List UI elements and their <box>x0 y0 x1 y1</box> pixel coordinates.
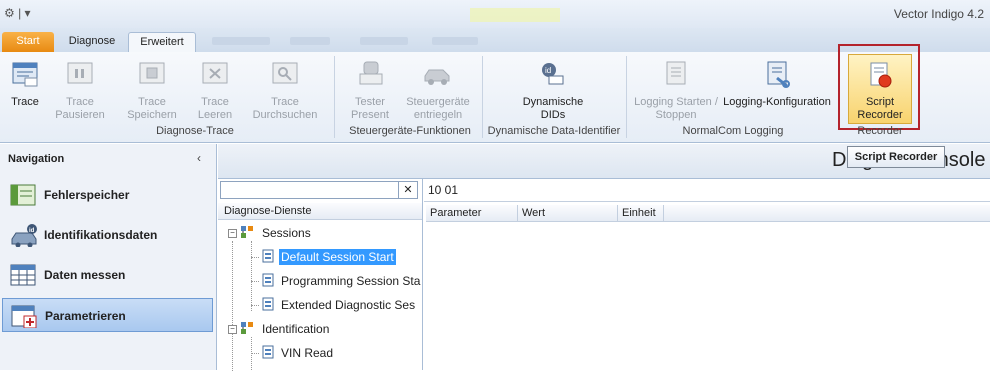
ecu-unlock-button[interactable]: Steuergeräte entriegeln <box>402 56 474 122</box>
search-input[interactable]: ✕ <box>220 181 418 199</box>
ribbon-separator <box>334 56 335 138</box>
nav-item-label: Fehlerspeicher <box>44 188 130 202</box>
ecu-unlock-label: Steuergeräte entriegeln <box>406 96 470 121</box>
parametrize-icon <box>11 305 37 328</box>
trace-pause-button[interactable]: Trace Pausieren <box>52 56 108 122</box>
nav-item-label: Daten messen <box>44 268 126 282</box>
request-value: 10 01 <box>428 183 459 197</box>
collapse-chevron-icon[interactable]: ‹ <box>197 151 201 165</box>
tab-placeholder <box>290 37 330 45</box>
fault-memory-icon <box>10 184 36 206</box>
tree-node-identification[interactable]: Identification <box>262 321 329 337</box>
tree-connector <box>251 353 259 354</box>
trace-save-icon <box>139 62 165 84</box>
logging-config-icon <box>767 61 790 88</box>
svg-text:id: id <box>29 228 35 234</box>
tab-erweitert[interactable]: Erweitert <box>128 32 196 52</box>
logging-start-icon <box>666 61 686 85</box>
group-label-ecu-functions: Steuergeräte-Funktionen <box>349 125 471 137</box>
parameter-grid-header: Parameter Wert Einheit <box>426 205 990 222</box>
dynamic-dids-label: Dynamische DIDs <box>522 96 584 121</box>
tree-connector <box>251 241 252 311</box>
trace-clear-label: Trace Leeren <box>197 96 233 121</box>
trace-pause-label: Trace Pausieren <box>55 96 105 121</box>
tree-header-label: Diagnose-Dienste <box>224 205 312 217</box>
service-icon <box>262 249 274 263</box>
ribbon-separator <box>626 56 627 138</box>
request-input[interactable]: 10 01 <box>424 179 990 202</box>
script-recorder-highlight-frame <box>838 44 920 130</box>
service-icon <box>262 273 274 287</box>
identification-icon: id <box>11 224 37 247</box>
trace-label: Trace <box>11 96 39 108</box>
column-header-parameter[interactable]: Parameter <box>426 205 518 221</box>
group-label-dynamic-data-identifier: Dynamische Data-Identifier <box>487 125 621 137</box>
script-recorder-tooltip: Script Recorder <box>847 146 945 168</box>
nav-item-daten-messen[interactable]: Daten messen <box>2 258 213 292</box>
tree-connector <box>251 305 259 306</box>
tree-node-sessions[interactable]: Sessions <box>262 225 311 241</box>
nav-item-fehlerspeicher[interactable]: Fehlerspeicher <box>2 178 213 212</box>
logging-config-button[interactable]: Logging-Konfiguration <box>722 56 832 109</box>
navigation-title: Navigation <box>8 153 65 165</box>
tree-node-vin-read[interactable]: VIN Read <box>281 345 333 361</box>
tab-placeholder <box>432 37 478 45</box>
svg-text:id: id <box>545 66 551 75</box>
ecu-unlock-icon <box>424 69 450 85</box>
nav-item-identifikationsdaten[interactable]: id Identifikationsdaten <box>2 218 213 252</box>
measure-data-icon <box>10 264 36 286</box>
collapse-toggle-icon[interactable]: − <box>228 229 237 238</box>
tree-node-default-session-start[interactable]: Default Session Start <box>279 249 396 265</box>
tester-present-icon <box>359 61 383 85</box>
tree-connector <box>251 281 259 282</box>
trace-save-button[interactable]: Trace Speichern <box>120 56 184 122</box>
quick-access-toolbar[interactable]: ⚙ | ▾ <box>4 6 31 20</box>
tree-header: Diagnose-Dienste <box>218 203 422 220</box>
group-label-recorder: Recorder <box>857 125 903 137</box>
folder-tree-icon <box>241 322 253 334</box>
trace-search-button[interactable]: Trace Durchsuchen <box>250 56 320 122</box>
trace-save-label: Trace Speichern <box>127 96 177 121</box>
dynamic-did-icon: id <box>542 63 564 85</box>
tab-placeholder <box>360 37 408 45</box>
collapse-toggle-icon[interactable]: − <box>228 325 237 334</box>
group-label-diagnose-trace: Diagnose-Trace <box>156 125 234 137</box>
trace-clear-button[interactable]: Trace Leeren <box>192 56 238 122</box>
dynamic-dids-button[interactable]: id Dynamische DIDs <box>516 56 590 122</box>
trace-search-label: Trace Durchsuchen <box>252 96 318 121</box>
trace-button[interactable]: Trace <box>4 56 46 109</box>
tester-present-label: Tester Present <box>351 96 389 121</box>
service-icon <box>262 297 274 311</box>
logging-start-label: Logging Starten / Stoppen <box>634 96 718 121</box>
folder-tree-icon <box>241 226 253 238</box>
tester-present-button[interactable]: Tester Present <box>344 56 396 122</box>
tree-node-extended-diagnostic-session[interactable]: Extended Diagnostic Ses <box>281 297 415 313</box>
column-header-wert[interactable]: Wert <box>518 205 618 221</box>
app-title: Vector Indigo 4.2 <box>893 7 984 21</box>
trace-icon <box>12 62 38 87</box>
tree-connector <box>232 241 233 371</box>
tab-start[interactable]: Start <box>2 32 54 52</box>
tab-diagnose[interactable]: Diagnose <box>60 32 124 52</box>
nav-item-label: Parametrieren <box>45 309 126 323</box>
logging-start-button[interactable]: Logging Starten / Stoppen <box>634 56 718 122</box>
tree-connector <box>251 257 259 258</box>
column-header-einheit[interactable]: Einheit <box>618 205 664 221</box>
trace-clear-icon <box>202 62 228 84</box>
tree-node-programming-session[interactable]: Programming Session Sta <box>281 273 420 289</box>
service-icon <box>262 345 274 359</box>
ribbon-separator <box>482 56 483 138</box>
navigation-panel: Navigation ‹ Fehlerspeicher id Identifik… <box>0 144 217 370</box>
nav-item-label: Identifikationsdaten <box>44 228 158 242</box>
trace-search-icon <box>272 62 298 84</box>
trace-pause-icon <box>67 62 93 84</box>
nav-item-parametrieren[interactable]: Parametrieren <box>2 298 213 332</box>
title-bar-highlight <box>470 8 560 22</box>
tab-placeholder <box>212 37 270 45</box>
clear-search-icon[interactable]: ✕ <box>398 182 417 198</box>
title-bar: ⚙ | ▾ Vector Indigo 4.2 <box>0 0 990 28</box>
service-tree-pane: ✕ Diagnose-Dienste − Sessions Default Se… <box>218 179 423 371</box>
group-label-normalcom-logging: NormalCom Logging <box>682 125 784 137</box>
logging-config-label: Logging-Konfiguration <box>723 96 831 108</box>
